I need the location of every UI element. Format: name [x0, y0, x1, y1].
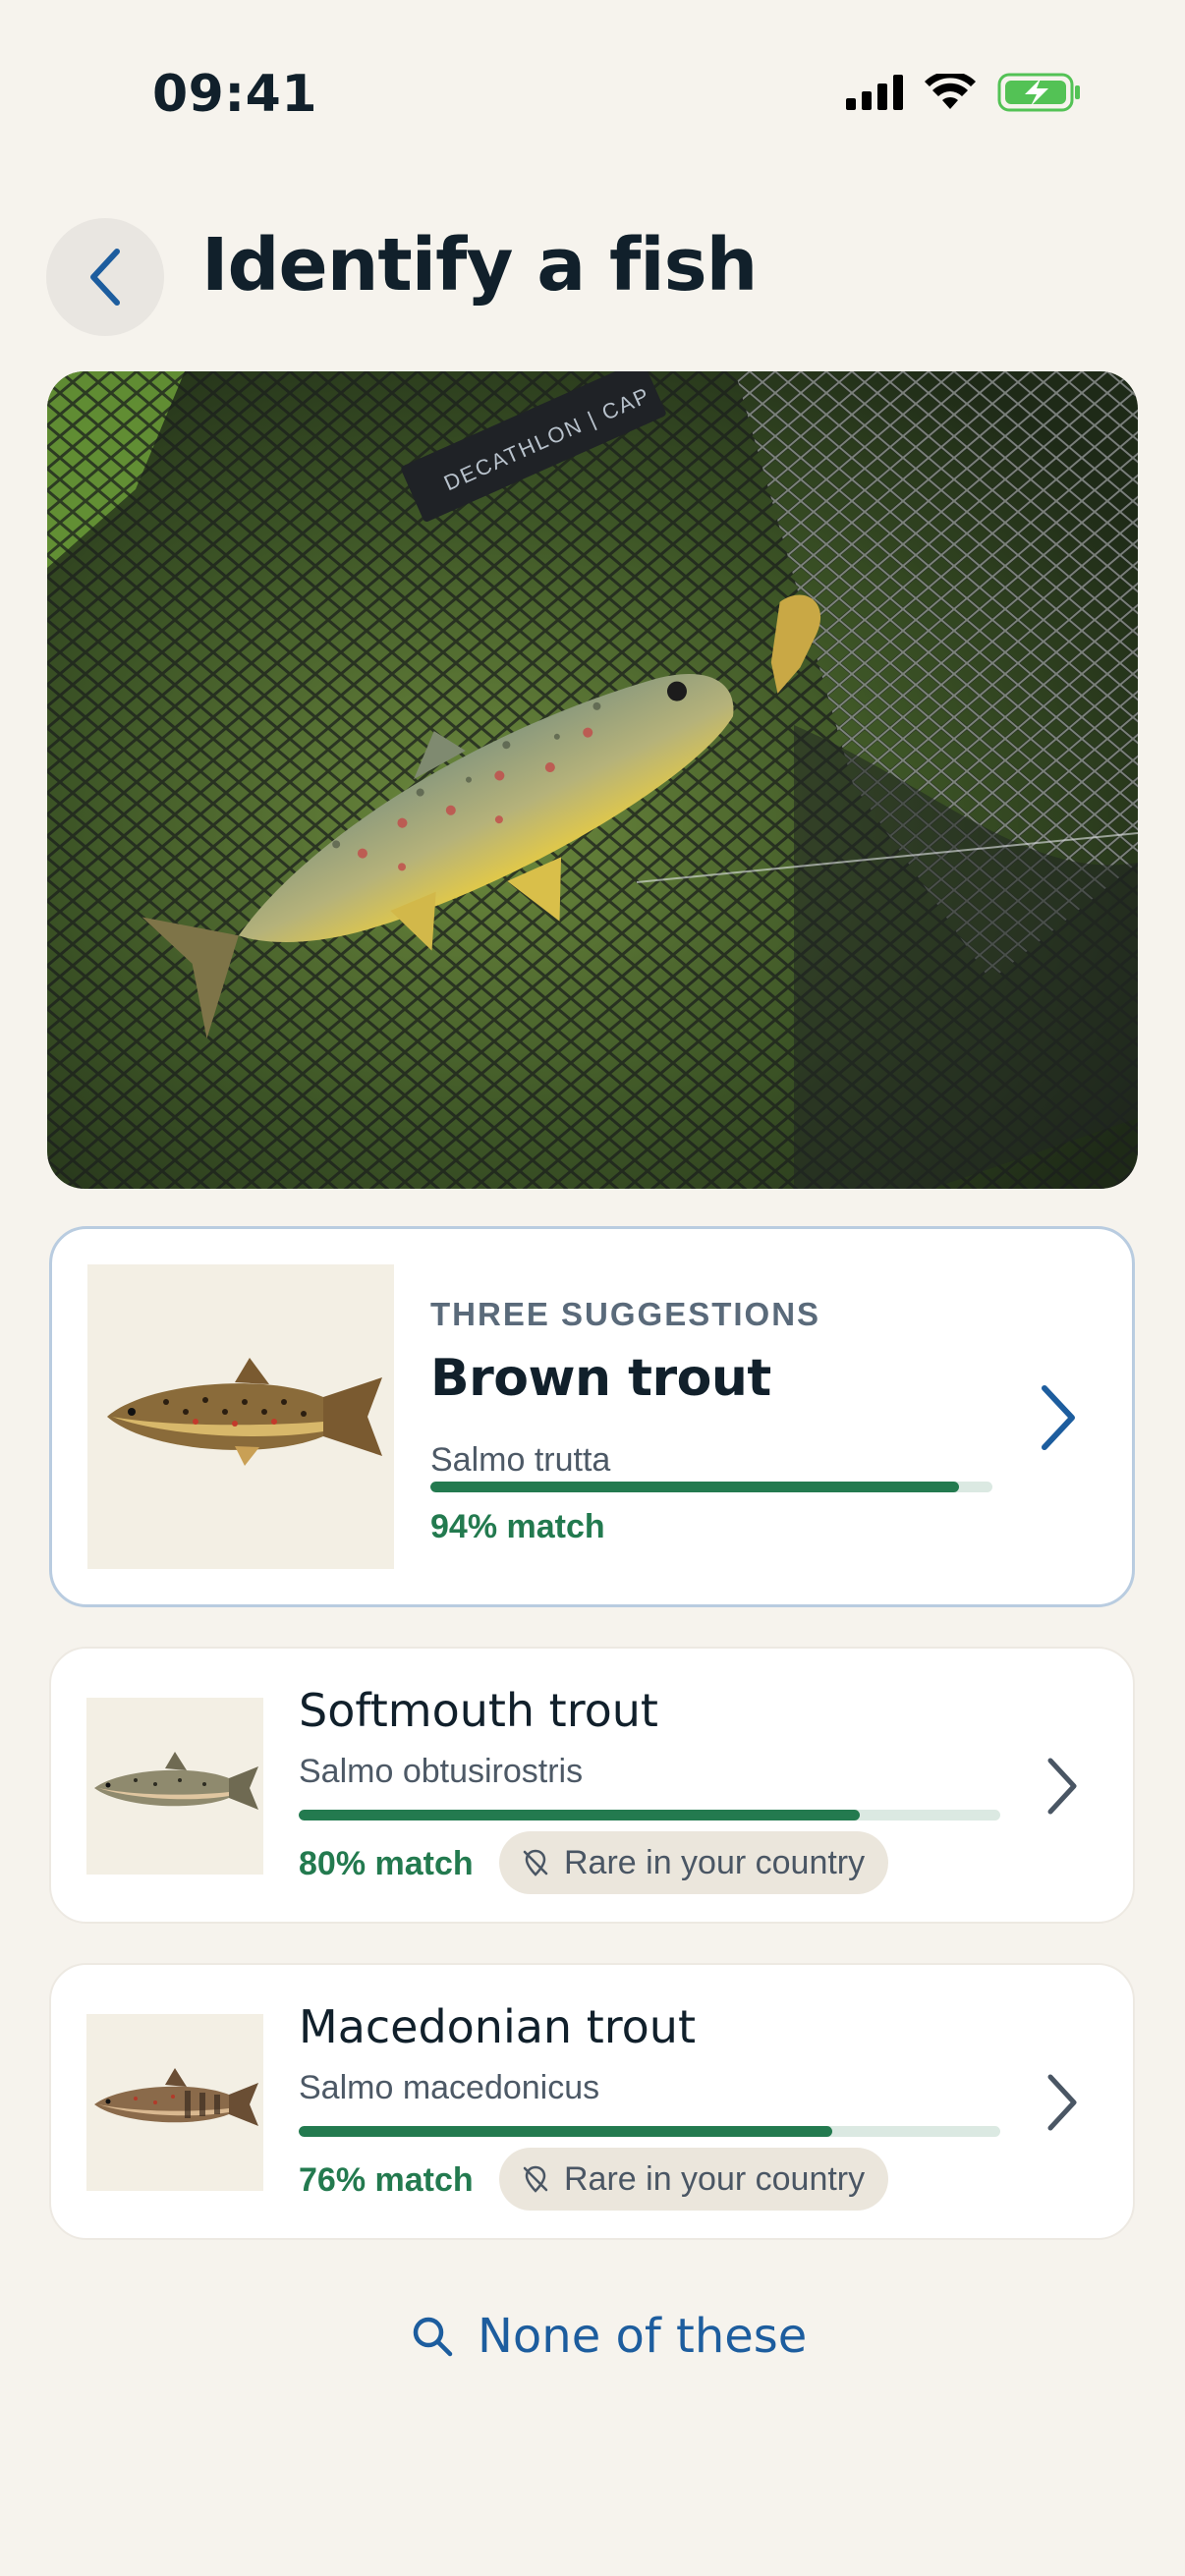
fish-photo-image: DECATHLON | CAP	[47, 371, 1138, 1189]
none-of-these-label: None of these	[478, 2309, 808, 2364]
battery-charging-icon	[997, 73, 1080, 112]
back-button[interactable]	[46, 218, 164, 336]
status-time: 09:41	[152, 65, 318, 124]
none-of-these-button[interactable]: None of these	[411, 2309, 807, 2364]
suggestions-kicker: THREE SUGGESTIONS	[430, 1296, 821, 1332]
match-bar-fill	[430, 1482, 959, 1492]
rare-badge-label: Rare in your country	[564, 1843, 866, 1881]
signal-icon	[846, 75, 903, 110]
rare-badge: Rare in your country	[499, 1831, 889, 1894]
fish-latin-name: Salmo obtusirostris	[299, 1753, 584, 1790]
match-label: 76% match	[299, 2161, 474, 2199]
match-label: 94% match	[430, 1508, 605, 1545]
suggestion-card-macedonian-trout[interactable]: Macedonian trout Salmo macedonicus 76% m…	[49, 1963, 1135, 2240]
status-icons	[846, 73, 1082, 112]
fish-thumbnail	[86, 2014, 263, 2191]
match-label: 80% match	[299, 1845, 474, 1882]
location-off-icon	[523, 1849, 548, 1876]
location-off-icon	[523, 2165, 548, 2193]
fish-latin-name: Salmo macedonicus	[299, 2069, 600, 2106]
suggestion-card-softmouth-trout[interactable]: Softmouth trout Salmo obtusirostris 80% …	[49, 1647, 1135, 1924]
fish-photo: DECATHLON | CAP	[47, 371, 1138, 1189]
fish-name: Macedonian trout	[299, 2000, 696, 2053]
match-bar-fill	[299, 2126, 832, 2137]
chevron-left-icon	[90, 249, 120, 306]
rare-badge: Rare in your country	[499, 2148, 889, 2211]
page-title: Identify a fish	[201, 223, 758, 308]
chevron-right-icon[interactable]	[1033, 2063, 1092, 2142]
fish-thumbnail	[86, 1698, 263, 1875]
wifi-icon	[925, 74, 976, 109]
fish-thumbnail	[87, 1264, 394, 1569]
match-bar-fill	[299, 1810, 861, 1820]
search-icon	[413, 2317, 453, 2357]
match-bar	[299, 1810, 1000, 1820]
rare-badge-label: Rare in your country	[564, 2159, 866, 2198]
fish-name: Brown trout	[430, 1349, 771, 1408]
status-bar: 09:41	[0, 0, 1185, 187]
chevron-right-icon[interactable]	[1033, 1747, 1092, 1825]
suggestion-card-brown-trout[interactable]: THREE SUGGESTIONS Brown trout Salmo trut…	[49, 1226, 1135, 1607]
chevron-right-icon[interactable]	[1029, 1378, 1088, 1457]
match-bar	[430, 1482, 992, 1492]
fish-latin-name: Salmo trutta	[430, 1441, 611, 1479]
match-bar	[299, 2126, 1000, 2137]
fish-name: Softmouth trout	[299, 1684, 658, 1737]
